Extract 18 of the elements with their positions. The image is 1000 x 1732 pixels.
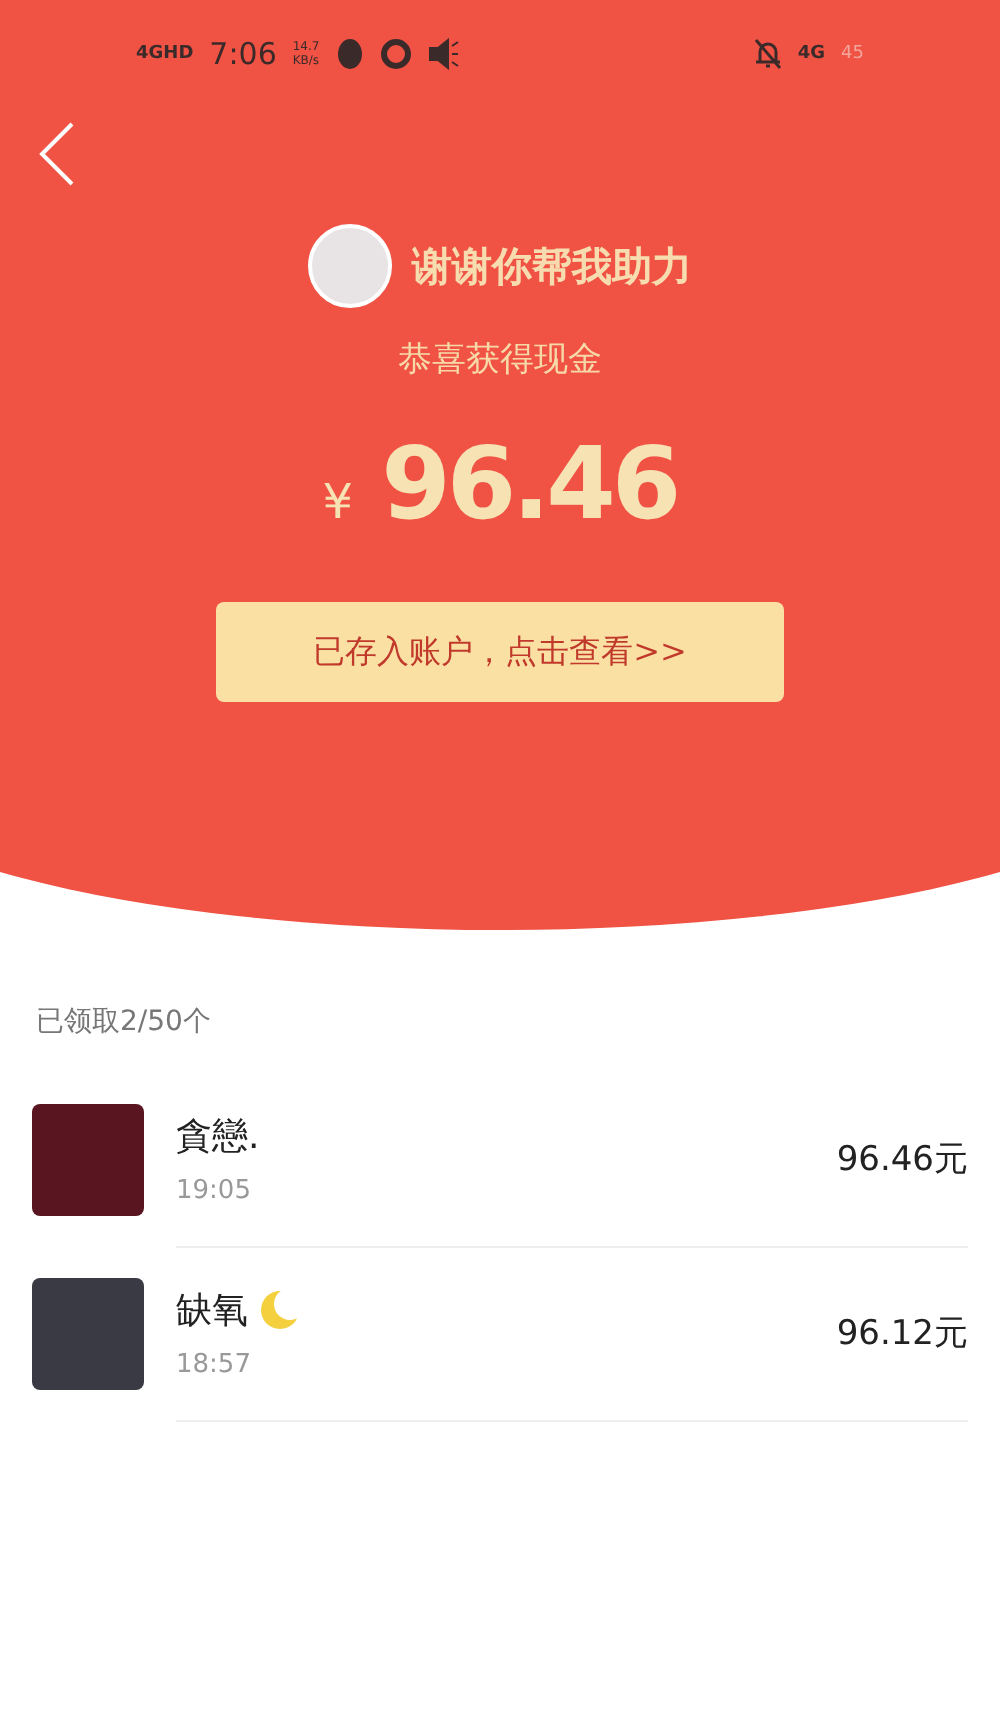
record-time: 18:57 xyxy=(176,1349,253,1379)
status-time: 7:06 xyxy=(209,36,277,72)
record-amount: 96.46元 xyxy=(836,1137,968,1181)
user-name: 貪戀. xyxy=(176,1113,260,1159)
network-indicator: 4GHD xyxy=(136,44,194,64)
record-row[interactable]: 缺氧 18:57 96.12元 xyxy=(32,1246,1000,1420)
view-account-button[interactable]: 已存入账户，点击查看>> xyxy=(216,602,784,702)
header-subtitle: 恭喜获得现金 xyxy=(398,338,602,382)
record-row[interactable]: 貪戀. 19:05 96.46元 xyxy=(32,1072,1000,1246)
currency-symbol: ¥ xyxy=(322,474,354,530)
record-amount: 96.12元 xyxy=(836,1311,968,1355)
cash-amount: 96.46 xyxy=(381,426,678,542)
header-title: 谢谢你帮我助力 xyxy=(412,239,692,293)
user-name: 缺氧 xyxy=(176,1287,248,1333)
claimed-count: 已领取2/50个 xyxy=(34,1004,213,1042)
mobile-network-label: 4G xyxy=(797,44,826,64)
battery-level: 45 xyxy=(841,44,864,64)
record-time: 19:05 xyxy=(176,1175,253,1205)
